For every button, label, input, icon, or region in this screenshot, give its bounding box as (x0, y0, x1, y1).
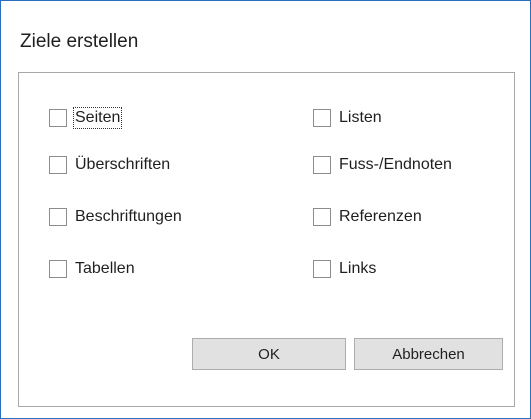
checkbox-box[interactable] (49, 208, 67, 226)
checkbox-listen[interactable]: Listen (313, 107, 382, 129)
create-targets-dialog: Ziele erstellen Seiten Überschriften Bes… (0, 0, 531, 419)
checkbox-label: Seiten (72, 107, 123, 129)
checkbox-label: Referenzen (339, 208, 422, 225)
checkbox-referenzen[interactable]: Referenzen (313, 206, 422, 228)
checkbox-beschriftungen[interactable]: Beschriftungen (49, 206, 182, 228)
checkbox-label: Listen (339, 109, 382, 126)
checkbox-label: Überschriften (75, 156, 171, 173)
checkbox-box[interactable] (49, 156, 67, 174)
checkbox-seiten[interactable]: Seiten (49, 107, 123, 129)
checkbox-tabellen[interactable]: Tabellen (49, 258, 135, 280)
checkbox-label: Tabellen (75, 260, 135, 277)
dialog-title: Ziele erstellen (20, 31, 139, 52)
checkbox-box[interactable] (313, 156, 331, 174)
checkbox-box[interactable] (49, 109, 67, 127)
checkbox-box[interactable] (313, 260, 331, 278)
checkbox-label: Links (339, 260, 377, 277)
checkbox-label: Fuss-/Endnoten (339, 156, 452, 173)
checkbox-fuss-endnoten[interactable]: Fuss-/Endnoten (313, 154, 452, 176)
checkbox-label: Beschriftungen (75, 208, 182, 225)
checkbox-links[interactable]: Links (313, 258, 376, 280)
cancel-button[interactable]: Abbrechen (354, 338, 503, 370)
checkbox-box[interactable] (313, 109, 331, 127)
checkbox-box[interactable] (49, 260, 67, 278)
options-panel: Seiten Überschriften Beschriftungen Tabe… (18, 72, 515, 407)
ok-button[interactable]: OK (192, 338, 346, 370)
checkbox-box[interactable] (313, 208, 331, 226)
checkbox-ueberschriften[interactable]: Überschriften (49, 154, 170, 176)
